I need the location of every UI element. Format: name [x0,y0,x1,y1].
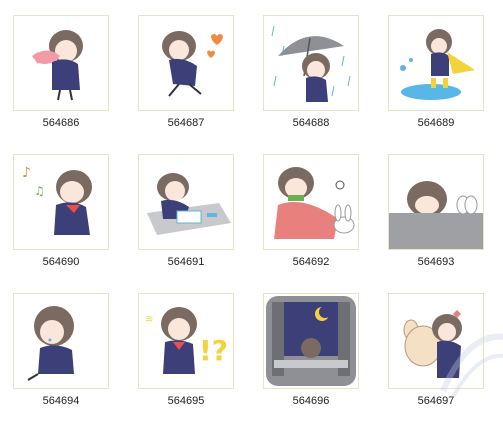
sticker-thumbnail[interactable] [388,15,484,111]
girl-drawing-at-desk-sticker [147,173,231,235]
svg-text:♫: ♫ [34,184,45,198]
girl-running-hearts-sticker [162,31,223,97]
sticker-thumbnail[interactable] [263,293,359,389]
sticker-tile[interactable]: ♪ ♫ 564690 [13,154,109,268]
sticker-tile[interactable]: 564692 [263,154,359,268]
sticker-thumbnail[interactable] [138,15,234,111]
sticker-tile[interactable]: 564691 [138,154,234,268]
svg-text:≋: ≋ [145,314,153,325]
sticker-id-label: 564692 [292,256,330,268]
girl-peeking-over-table-sticker [389,181,483,249]
girl-with-pink-fish-sticker [32,30,83,101]
svg-text:♪: ♪ [22,165,31,181]
sticker-thumbnail[interactable]: !? ≋ [138,293,234,389]
sticker-tile[interactable]: 564693 [388,154,484,268]
sticker-thumbnail[interactable] [13,15,109,111]
girl-yellow-raincoat-puddle-sticker [400,29,475,100]
girl-surprised-exclamation-sticker: !? ≋ [145,307,228,374]
sticker-tile[interactable]: 564686 [13,15,109,129]
sticker-thumbnail[interactable]: ♪ ♫ [13,154,109,250]
sticker-tile[interactable]: 564694 [13,293,109,407]
sticker-id-label: 564690 [42,256,80,268]
sticker-id-label: 564688 [292,117,330,129]
girl-umbrella-rain-sticker [271,25,351,102]
sticker-id-label: 564687 [167,117,205,129]
sticker-id-label: 564695 [167,395,205,407]
sticker-tile[interactable]: !? ≋ 564695 [138,293,234,407]
sticker-tile[interactable]: 564687 [138,15,234,129]
sticker-thumbnail[interactable] [138,154,234,250]
girl-singing-music-notes-sticker: ♪ ♫ [22,165,92,235]
sticker-thumbnail[interactable] [388,154,484,250]
girl-sitting-crying-sticker [27,306,74,381]
svg-text:!?: !? [199,334,228,367]
sticker-thumbnail[interactable] [263,154,359,250]
sticker-id-label: 564696 [292,395,330,407]
watermark-swirl-icon [440,333,503,398]
sticker-id-label: 564694 [42,395,80,407]
sticker-tile[interactable]: 564689 [388,15,484,129]
sticker-tile[interactable]: 564688 [263,15,359,129]
girl-at-night-window-sticker [266,296,356,386]
sticker-thumbnail[interactable] [263,15,359,111]
sticker-id-label: 564686 [42,117,80,129]
sticker-thumbnail[interactable] [13,293,109,389]
girl-with-blanket-and-bunny-sticker [274,167,355,239]
sticker-tile[interactable]: 564696 [263,293,359,407]
sticker-id-label: 564693 [417,256,455,268]
sticker-gallery: 564686 564687 564688 564689 ♪ ♫ 564690 5… [0,0,503,421]
sticker-id-label: 564691 [167,256,205,268]
sticker-id-label: 564689 [417,117,455,129]
